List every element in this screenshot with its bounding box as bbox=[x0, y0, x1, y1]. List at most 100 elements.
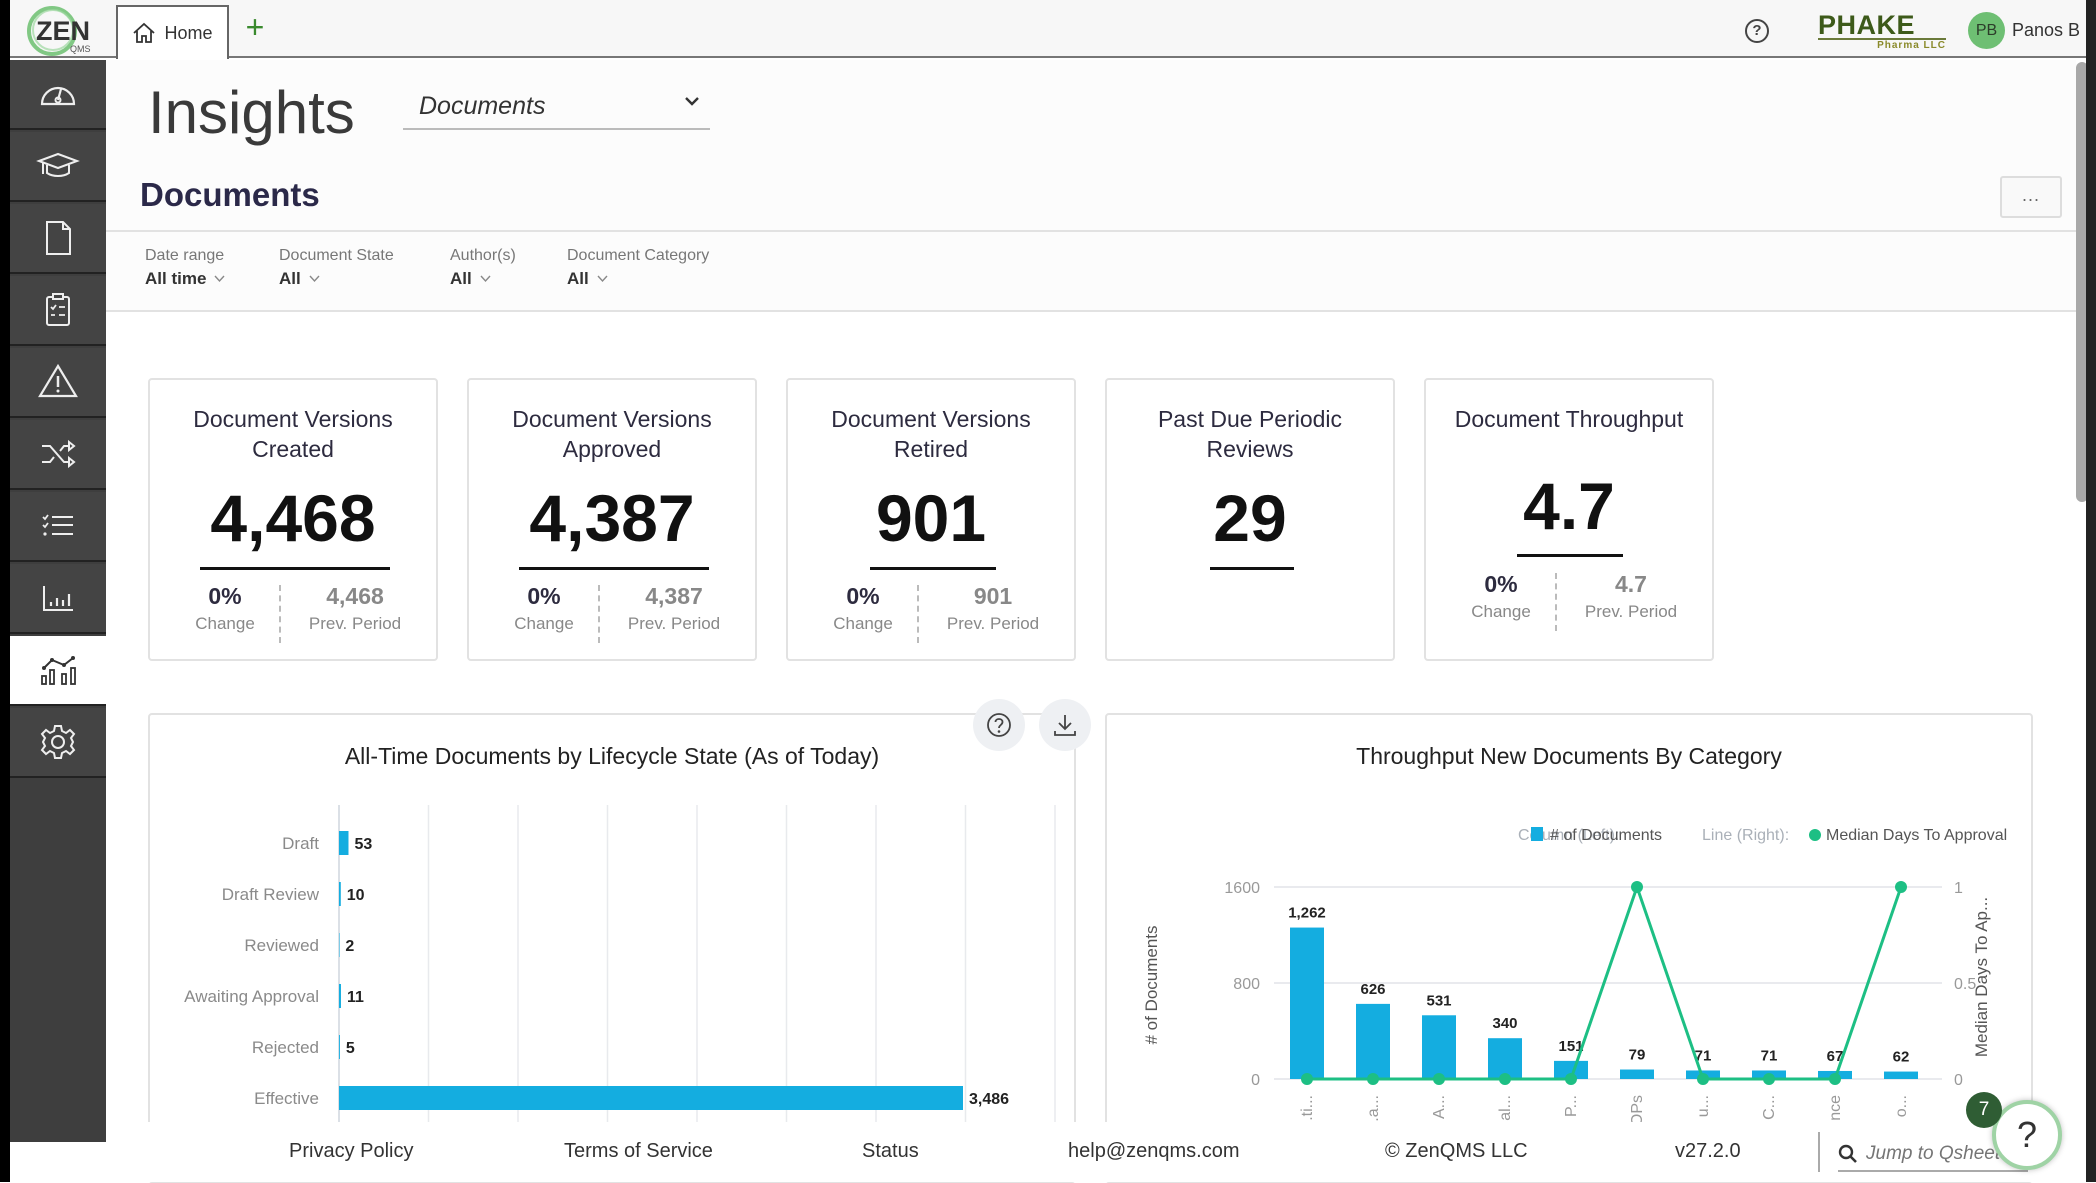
data-label: 1,262 bbox=[1288, 905, 1326, 922]
kpi-underline bbox=[200, 567, 390, 570]
sidebar-item-training[interactable] bbox=[10, 132, 106, 202]
data-label: 71 bbox=[1761, 1047, 1778, 1064]
chart-download-button[interactable] bbox=[1039, 699, 1091, 751]
brand-subtitle: Pharma LLC bbox=[1877, 40, 1946, 51]
category-label: Reviewed bbox=[244, 936, 319, 955]
brand-name: PHAKE bbox=[1818, 12, 1946, 40]
kpi-card-past-due-reviews[interactable]: Past Due Periodic Reviews 29 bbox=[1105, 378, 1395, 661]
line-point bbox=[1565, 1073, 1577, 1085]
sidebar-item-issues[interactable] bbox=[10, 348, 106, 418]
tab-home[interactable]: Home bbox=[116, 5, 229, 59]
document-icon bbox=[46, 221, 71, 255]
filter-document-category[interactable]: Document Category All bbox=[567, 247, 709, 289]
footer-link-privacy[interactable]: Privacy Policy bbox=[289, 1140, 413, 1163]
notification-badge[interactable]: 7 bbox=[1966, 1092, 2002, 1128]
kpi-value[interactable]: 4.7 bbox=[1426, 468, 1712, 544]
kpi-prev-period: 901 Prev. Period bbox=[946, 583, 1040, 633]
line-point bbox=[1697, 1073, 1709, 1085]
footer-link-status[interactable]: Status bbox=[862, 1140, 919, 1163]
footer-version: v27.2.0 bbox=[1675, 1140, 1741, 1162]
y-tick-left: 1600 bbox=[1224, 880, 1260, 897]
data-label: 3,486 bbox=[969, 1091, 1009, 1108]
kpi-card-versions-retired[interactable]: Document Versions Retired 901 0% Change 9… bbox=[786, 378, 1076, 661]
user-name[interactable]: Panos B bbox=[2012, 20, 2080, 41]
kpi-value[interactable]: 4,468 bbox=[150, 480, 436, 556]
kpi-value[interactable]: 29 bbox=[1107, 480, 1393, 556]
throughput-combo-chart: Column (Left):# of Documents Line (Right)… bbox=[1142, 827, 2007, 1131]
footer-link-terms[interactable]: Terms of Service bbox=[564, 1140, 713, 1163]
bar bbox=[1488, 1038, 1522, 1079]
tab-home-label: Home bbox=[164, 22, 213, 43]
help-assistant-button[interactable]: ? bbox=[1992, 1100, 2062, 1170]
kpi-title: Document Versions Retired bbox=[831, 406, 1031, 462]
chart-card-lifecycle-state: All-Time Documents by Lifecycle State (A… bbox=[148, 713, 1076, 1183]
kpi-card-versions-approved[interactable]: Document Versions Approved 4,387 0% Chang… bbox=[467, 378, 757, 661]
filter-authors[interactable]: Author(s) All bbox=[450, 247, 516, 289]
line-point bbox=[1367, 1073, 1379, 1085]
avatar[interactable]: PB bbox=[1968, 12, 2005, 49]
chevron-down-icon bbox=[214, 275, 225, 283]
kpi-card-document-throughput[interactable]: Document Throughput 4.7 0% Change 4.7 Prev… bbox=[1424, 378, 1714, 661]
sidebar-item-settings[interactable] bbox=[10, 708, 106, 778]
kpi-divider bbox=[598, 585, 600, 643]
footer-link-help-email[interactable]: help@zenqms.com bbox=[1068, 1140, 1239, 1163]
bar-chart-icon bbox=[43, 586, 73, 611]
legend-line-prefix: Line (Right): bbox=[1702, 827, 1789, 844]
bar bbox=[339, 984, 341, 1008]
divider bbox=[106, 230, 2076, 232]
kpi-change: 0% Change bbox=[195, 583, 255, 633]
x-tick-label: u... bbox=[1695, 1095, 1712, 1117]
sidebar-item-tasks[interactable] bbox=[10, 492, 106, 562]
data-label: 53 bbox=[354, 836, 372, 853]
graduation-cap-icon bbox=[36, 152, 80, 177]
sidebar-item-dashboard[interactable] bbox=[10, 60, 106, 130]
y-tick-right: 1 bbox=[1954, 880, 1963, 897]
kpi-prev-period: 4,387 Prev. Period bbox=[627, 583, 721, 633]
chevron-down-icon bbox=[685, 97, 699, 106]
y-axis-label-left: # of Documents bbox=[1142, 925, 1161, 1044]
clipboard-checklist-icon bbox=[46, 293, 70, 326]
data-label: 62 bbox=[1893, 1049, 1910, 1066]
sidebar-item-documents[interactable] bbox=[10, 204, 106, 274]
kpi-underline bbox=[1210, 567, 1294, 570]
sidebar-item-change-control[interactable] bbox=[10, 420, 106, 490]
bar bbox=[1884, 1071, 1918, 1079]
shuffle-icon bbox=[42, 439, 76, 469]
kpi-title: Past Due Periodic Reviews bbox=[1157, 406, 1343, 462]
footer-copyright: © ZenQMS LLC bbox=[1385, 1140, 1528, 1162]
bar bbox=[1290, 927, 1324, 1079]
chart-help-button[interactable] bbox=[973, 699, 1025, 751]
filter-date-range[interactable]: Date range All time bbox=[145, 247, 225, 289]
download-icon bbox=[1054, 715, 1076, 736]
data-label: 10 bbox=[347, 887, 365, 904]
insights-view-select[interactable]: Documents bbox=[403, 88, 710, 130]
filter-label: Author(s) bbox=[450, 247, 516, 264]
x-tick-label: A... bbox=[1431, 1095, 1448, 1119]
filter-document-state[interactable]: Document State All bbox=[279, 247, 394, 289]
kpi-card-versions-created[interactable]: Document Versions Created 4,468 0% Change… bbox=[148, 378, 438, 661]
window-edge-left bbox=[0, 0, 10, 1182]
insights-view-select-value: Documents bbox=[419, 92, 546, 120]
filter-value: All bbox=[279, 269, 301, 288]
category-label: Rejected bbox=[252, 1038, 319, 1057]
kpi-divider bbox=[279, 585, 281, 643]
kpi-value[interactable]: 901 bbox=[788, 480, 1074, 556]
x-tick-label: al... bbox=[1497, 1095, 1514, 1121]
add-tab-button[interactable]: + bbox=[240, 11, 270, 43]
chevron-down-icon bbox=[597, 275, 608, 283]
bar bbox=[339, 882, 341, 906]
sidebar-item-reports[interactable] bbox=[10, 564, 106, 634]
zenqms-logo[interactable]: ZEN QMS bbox=[22, 4, 102, 56]
help-icon[interactable]: ? bbox=[1745, 19, 1769, 43]
bar bbox=[339, 1035, 340, 1059]
top-bar: ZEN QMS Home + ? PHAKE Pharma LLC PB Pan… bbox=[0, 0, 2096, 59]
sidebar-item-insights[interactable] bbox=[10, 636, 106, 706]
filter-value: All bbox=[567, 269, 589, 288]
kpi-value[interactable]: 4,387 bbox=[469, 480, 755, 556]
gear-icon bbox=[40, 725, 76, 759]
footer-separator bbox=[1818, 1132, 1820, 1172]
more-options-button[interactable]: ... bbox=[2000, 176, 2062, 218]
line-point bbox=[1763, 1073, 1775, 1085]
bar bbox=[1422, 1015, 1456, 1079]
sidebar-item-audits[interactable] bbox=[10, 276, 106, 346]
